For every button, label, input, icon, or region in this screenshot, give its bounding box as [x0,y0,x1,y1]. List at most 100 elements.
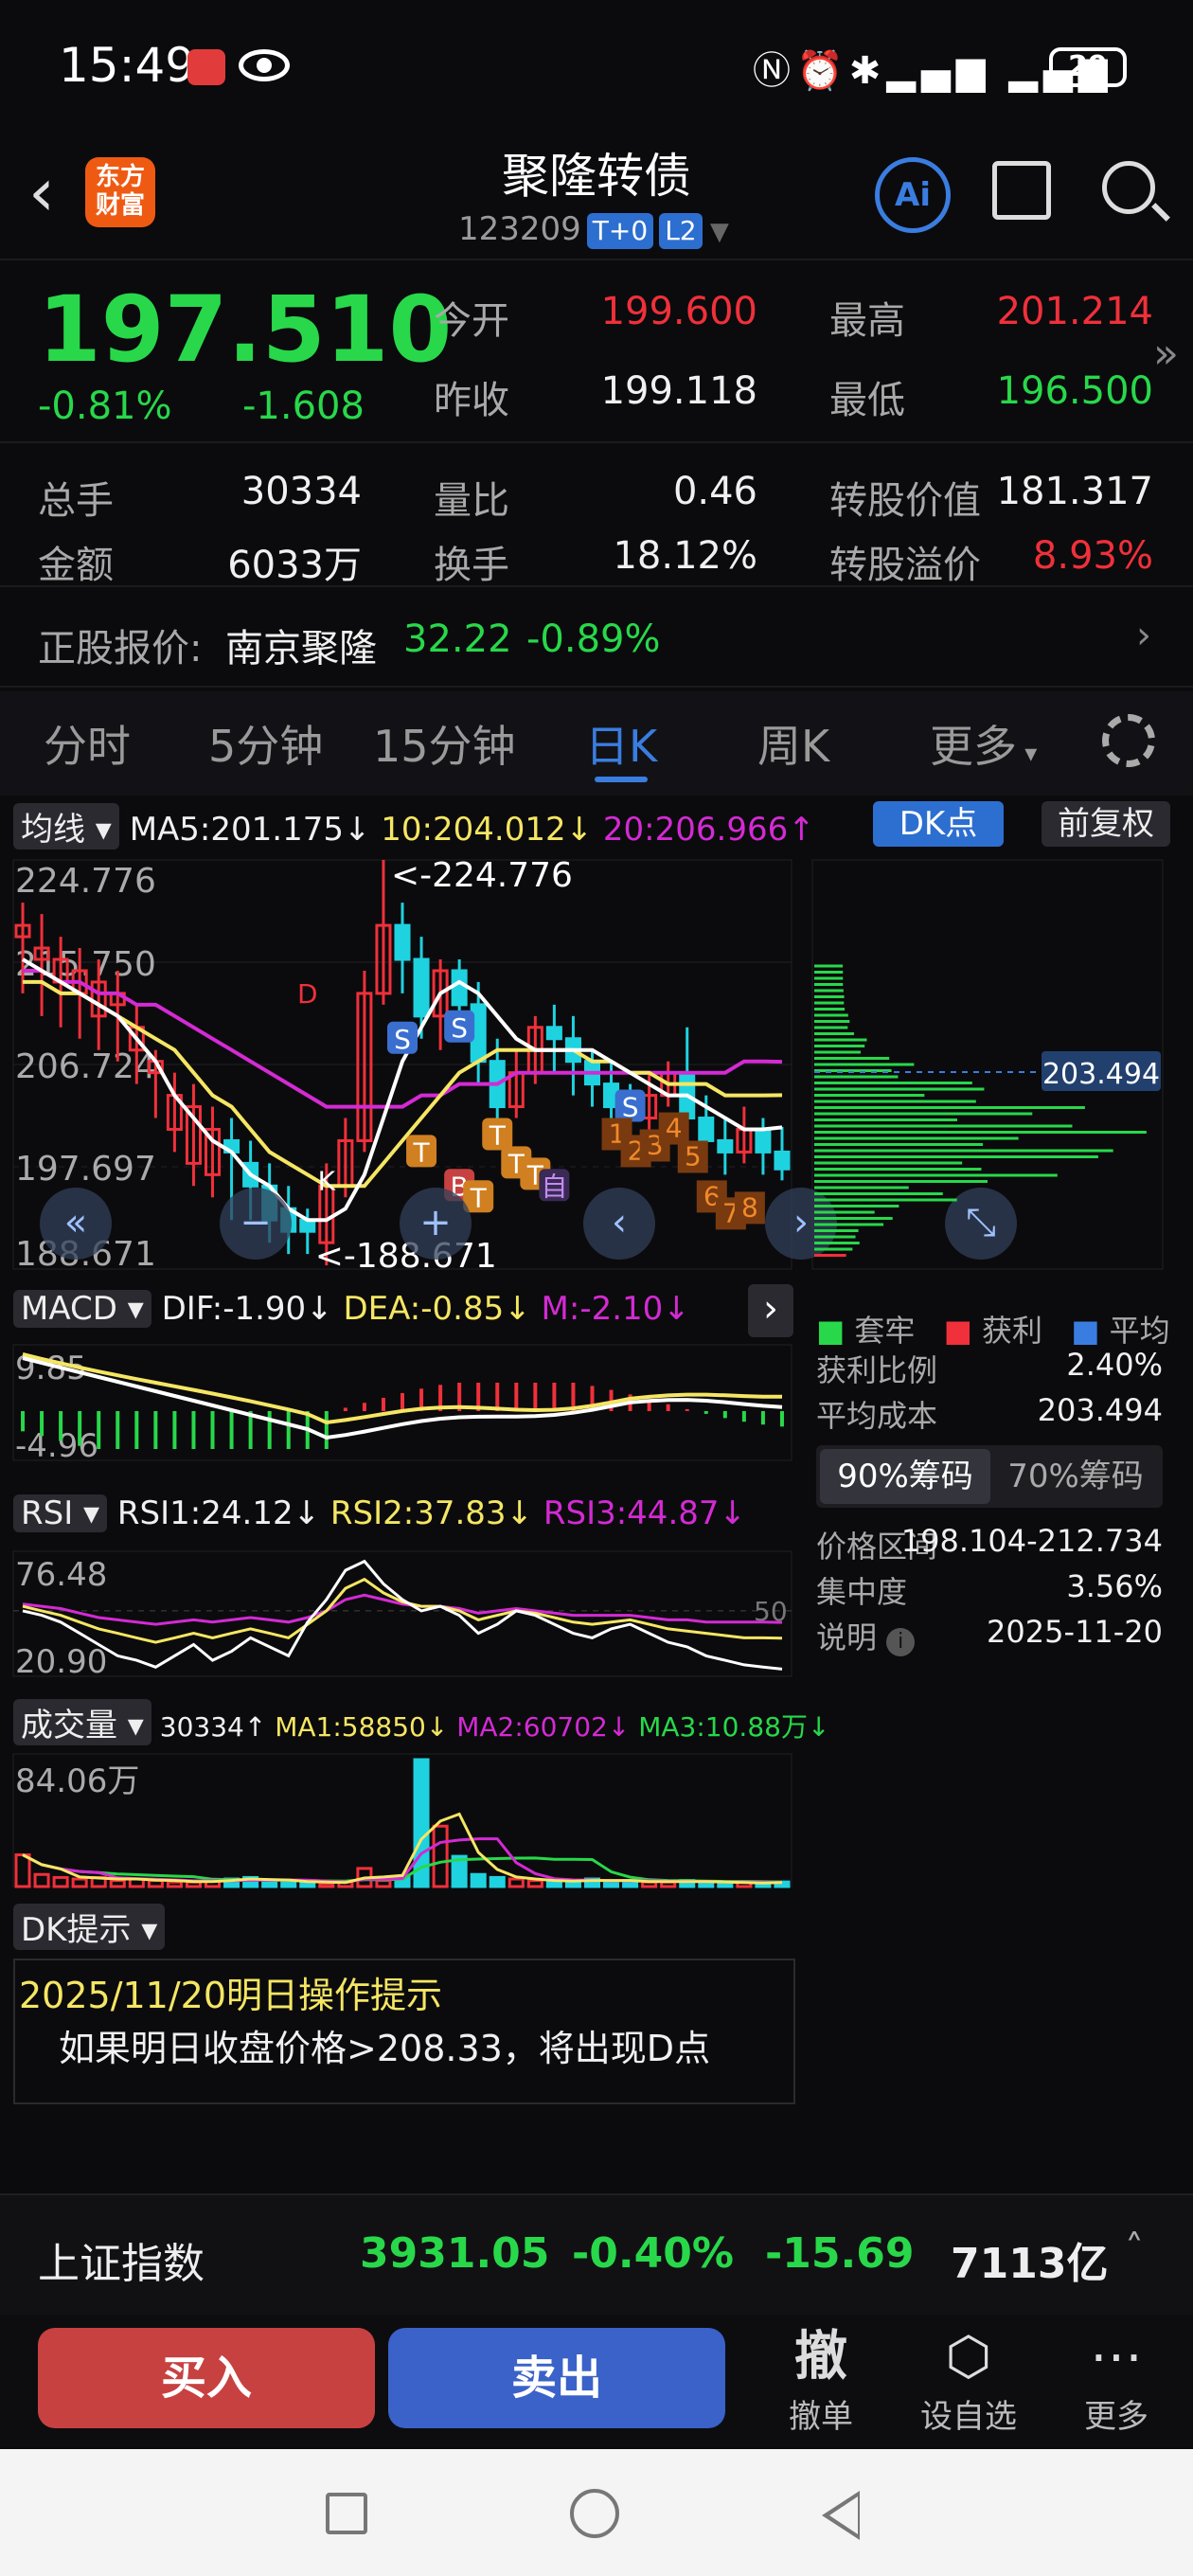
cancel-order-button[interactable]: 撤 撤单 [769,2324,873,2437]
signal-label: T [412,1136,430,1168]
index-name: 上证指数 [38,2240,205,2288]
security-code[interactable]: 123209 T+0 L2 ▼ [458,210,729,249]
profit-ratio-value: 2.40% [1066,1347,1163,1383]
recent-apps-icon[interactable] [326,2493,367,2534]
gear-icon[interactable] [1102,714,1155,767]
open-value: 199.600 [600,290,757,333]
conversion-premium-value: 8.93% [1032,534,1153,578]
note-date: 2025-11-20 [987,1614,1163,1650]
volume-bar [603,1880,620,1888]
eye-icon [239,49,290,81]
index-change: -15.69 [765,2229,915,2278]
chip-stats: 获利比例 2.40% 平均成本 203.494 [816,1347,1163,1438]
signal-label: 自 [541,1171,567,1202]
tab-5min[interactable]: 5分钟 [208,712,323,775]
tab-chip-70[interactable]: 70%筹码 [992,1449,1159,1504]
signal-label: K [318,1165,336,1196]
info-icon[interactable]: i [886,1628,916,1656]
rsi3-readout: RSI3:44.87↓ [543,1494,747,1532]
ma-selector[interactable]: 均线 ▾ [13,803,119,850]
adjust-button[interactable]: 前复权 [1042,801,1170,847]
quote-panel: 197.510 -0.81% -1.608 今开 199.600 昨收 199.… [0,263,1193,443]
chevron-up-icon[interactable]: ˄ [1125,2227,1144,2271]
underlying-stock-row[interactable]: 正股报价: 南京聚隆 32.22 -0.89% › [0,593,1193,688]
amount-label: 金额 [38,544,114,587]
stats-panel: 总手 30334 金额 6033万 量比 0.46 换手 18.12% 转股价值… [0,445,1193,587]
add-watchlist-button[interactable]: ⬡ 设自选 [917,2324,1021,2437]
chart-canvas[interactable]: 224.776215.750206.724197.697188.671<-224… [0,852,1193,2036]
macd-tick-label: -4.96 [15,1427,98,1465]
vma3-readout: MA3:10.88万↓ [638,1711,830,1743]
tab-15min[interactable]: 15分钟 [373,712,516,775]
l2-badge: L2 [659,212,703,249]
high-label: 最高 [829,299,905,343]
index-bar[interactable]: 上证指数 3931.05 -0.40% -15.69 7113亿 ˄ [0,2193,1193,2315]
rsi-selector[interactable]: RSI ▾ [13,1494,108,1532]
chevron-down-icon: ▾ [1017,740,1038,768]
legend-average: 平均 [1109,1313,1170,1349]
last-price: 197.510 [38,277,453,383]
search-icon[interactable] [1102,161,1155,214]
candle-body [394,923,411,961]
volume-label: 总手 [38,479,114,523]
chart-nav-icon: « [64,1201,87,1244]
volume-ratio-label: 量比 [434,479,509,523]
change-amount: -1.608 [242,385,365,428]
chart-nav-icon: ⤡ [966,1201,996,1244]
chevron-double-right-icon[interactable]: » [1153,330,1179,378]
buy-button[interactable]: 买入 [38,2328,375,2428]
expand-panel-icon[interactable]: › [748,1284,793,1337]
dk-tip-selector[interactable]: DK提示 ▾ [13,1904,166,1950]
avg-cost-label: 平均成本 [816,1398,938,1434]
tab-more[interactable]: 更多 ▾ [930,712,1037,775]
square-icon: ■ [816,1313,846,1349]
volume-now-readout: 30334↑ [159,1711,267,1743]
macd-selector[interactable]: MACD ▾ [13,1290,151,1328]
volume-tick-label: 84.06万 [15,1762,139,1800]
conversion-premium-label: 转股溢价 [829,544,981,587]
dk-tip-selector-label: DK提示 [21,1911,132,1949]
cancel-label: 撤单 [789,2398,853,2436]
volume-selector[interactable]: 成交量 ▾ [13,1699,151,1745]
square-icon: ■ [1071,1313,1100,1349]
t0-badge: T+0 [586,212,654,249]
low-value: 196.500 [996,369,1153,413]
ma-legend: 均线 ▾ MA5:201.175↓ 10:204.012↓ 20:206.966… [13,803,815,850]
ma5-readout: MA5:201.175↓ [129,811,371,849]
rsi1-readout: RSI1:24.12↓ [116,1494,321,1532]
candle-body [717,1138,734,1154]
chip-tabs: 90%筹码 70%筹码 [816,1445,1163,1508]
watch-label: 设自选 [920,2398,1017,2436]
dk-point-button[interactable]: DK点 [873,801,1004,847]
tab-weekly-k[interactable]: 周K [757,712,829,775]
ai-button[interactable]: Ai [875,157,951,233]
m-readout: M:-2.10↓ [541,1290,690,1328]
signal-label: S [394,1024,411,1055]
tab-intraday[interactable]: 分时 [44,712,131,775]
share-icon[interactable] [992,161,1051,220]
signal-label: S [451,1012,468,1044]
signal-label: T [489,1119,507,1151]
volume-legend: 成交量 ▾ 30334↑ MA1:58850↓ MA2:60702↓ MA3:1… [13,1699,829,1745]
chip-details: 价格区间 198.104-212.734 集中度 3.56% 说明 i 2025-11… [816,1523,1163,1659]
sell-button[interactable]: 卖出 [388,2328,725,2428]
tab-chip-90[interactable]: 90%筹码 [820,1449,990,1504]
chart-nav-icon: + [419,1201,452,1244]
tab-daily-k[interactable]: 日K [585,712,657,782]
volume-bar [545,1880,562,1888]
more-button[interactable]: ⋯ 更多 [1064,2324,1168,2437]
volume-bar [507,1877,525,1888]
kline-tick-label: 224.776 [15,862,156,901]
dk-tip-text: 如果明日收盘价格>208.33，将出现D点 [59,2028,711,2069]
concentration-label: 集中度 [816,1574,908,1610]
ma-selector-label: 均线 [21,811,85,849]
home-icon[interactable] [570,2489,619,2538]
avg-cost-value: 203.494 [1037,1392,1163,1428]
signal-label: D [297,978,318,1010]
hexagon-icon: ⬡ [945,2326,992,2388]
index-pct: -0.40% [572,2229,734,2278]
volume-bar [166,1880,183,1888]
back-nav-icon[interactable] [822,2491,860,2540]
dif-readout: DIF:-1.90↓ [161,1290,333,1328]
volume-bar [14,1853,31,1888]
